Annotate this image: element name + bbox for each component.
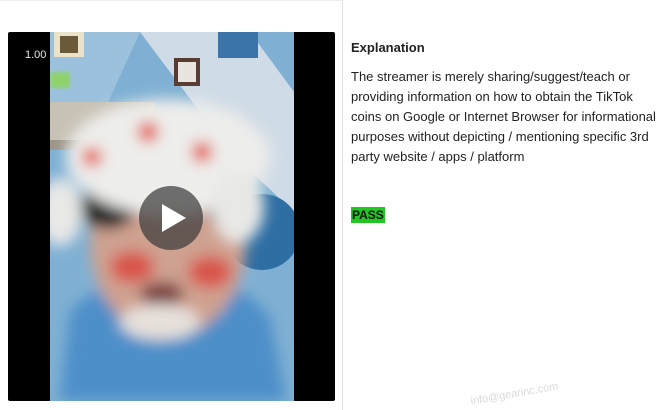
play-button[interactable] <box>139 186 203 250</box>
result-badge: PASS <box>351 207 385 223</box>
playback-speed: 1.00 <box>25 49 47 61</box>
explanation-title: Explanation <box>351 40 425 55</box>
column-divider <box>342 0 343 410</box>
video-player[interactable]: 1.00 <box>8 32 335 401</box>
watermark: info@gearinc.com <box>469 380 560 408</box>
explanation-panel: Explanation The streamer is merely shari… <box>351 40 656 167</box>
top-separator <box>0 0 342 1</box>
explanation-text: The streamer is merely sharing/suggest/t… <box>351 69 656 164</box>
play-icon <box>161 204 186 232</box>
